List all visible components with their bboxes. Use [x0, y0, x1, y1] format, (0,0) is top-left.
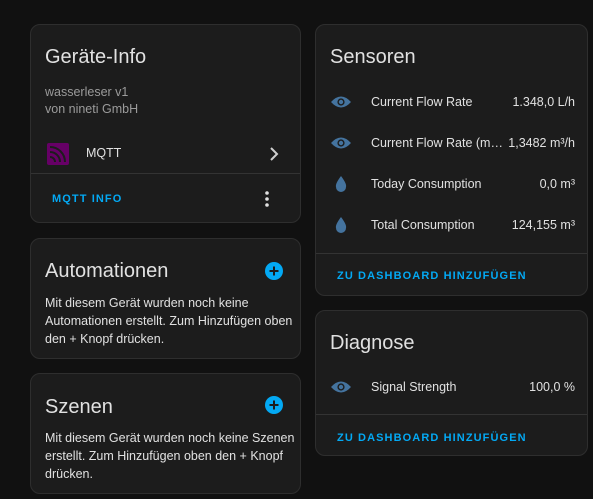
add-scene-plus-circle-icon[interactable] [265, 396, 283, 414]
mqtt-info-button[interactable]: MQTT INFO [52, 193, 122, 205]
chevron-right-icon [270, 147, 279, 161]
sensor-label: Current Flow Rate [371, 95, 473, 109]
device-model: wasserleser v1 [45, 85, 129, 99]
diagnostics-divider [316, 414, 587, 415]
device-info-divider [31, 173, 300, 174]
sensor-label: Today Consumption [371, 177, 482, 191]
sensor-value: 1,3482 m³/h [508, 136, 575, 150]
sensors-card: Sensoren Current Flow Rate 1.348,0 L/h C… [315, 24, 588, 296]
integration-label: MQTT [86, 146, 122, 160]
water-drop-icon [335, 217, 347, 233]
diagnostic-value: 100,0 % [529, 380, 575, 394]
sensor-label: Total Consumption [371, 218, 475, 232]
sensor-row[interactable]: Current Flow Rate (m³… 1,3482 m³/h [316, 130, 589, 156]
diagnostics-title: Diagnose [330, 332, 415, 354]
sensor-row[interactable]: Current Flow Rate 1.348,0 L/h [316, 89, 589, 115]
eye-icon [331, 137, 351, 149]
sensors-divider [316, 253, 587, 254]
sensor-value: 124,155 m³ [511, 218, 575, 232]
water-drop-icon [335, 176, 347, 192]
automations-title: Automationen [45, 260, 169, 282]
add-automation-plus-circle-icon[interactable] [265, 262, 283, 280]
automations-empty-text: Mit diesem Gerät wurden noch keine Autom… [45, 296, 293, 346]
device-manufacturer: von nineti GmbH [45, 102, 139, 116]
sensor-value: 0,0 m³ [539, 177, 575, 191]
device-info-card: Geräte-Info wasserleser v1 von nineti Gm… [30, 24, 301, 223]
diagnostic-label: Signal Strength [371, 380, 457, 394]
sensor-value: 1.348,0 L/h [512, 95, 575, 109]
sensors-title: Sensoren [330, 46, 416, 68]
diagnostic-row[interactable]: Signal Strength 100,0 % [316, 374, 589, 400]
sensor-row[interactable]: Today Consumption 0,0 m³ [316, 171, 589, 197]
sensor-row[interactable]: Total Consumption 124,155 m³ [316, 212, 589, 238]
sensors-add-to-dashboard-button[interactable]: ZU DASHBOARD HINZUFÜGEN [337, 270, 527, 282]
sensor-label: Current Flow Rate (m³… [371, 136, 505, 150]
automations-card: Automationen Mit diesem Gerät wurden noc… [30, 238, 301, 359]
overflow-menu-icon[interactable] [264, 191, 270, 207]
diagnostics-card: Diagnose Signal Strength 100,0 % ZU DASH… [315, 310, 588, 456]
scenes-empty-text: Mit diesem Gerät wurden noch keine Szene… [45, 431, 295, 481]
integration-row-mqtt[interactable]: MQTT [31, 135, 302, 173]
eye-icon [331, 96, 351, 108]
diagnostics-add-to-dashboard-button[interactable]: ZU DASHBOARD HINZUFÜGEN [337, 432, 527, 444]
scenes-title: Szenen [45, 396, 113, 418]
scenes-card: Szenen Mit diesem Gerät wurden noch kein… [30, 373, 301, 494]
mqtt-logo-icon [47, 143, 69, 165]
eye-icon [331, 381, 351, 393]
device-info-title: Geräte-Info [45, 46, 147, 68]
